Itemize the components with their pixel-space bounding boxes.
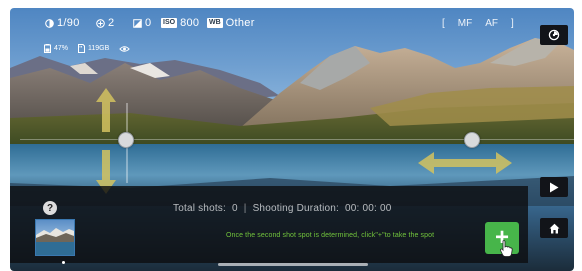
shot-statistics: Total shots: 0 | Shooting Duration: 00: …	[173, 203, 391, 214]
pan-left-right-arrow-icon[interactable]	[418, 152, 512, 174]
device-status: 47% 119GB	[44, 44, 131, 53]
eye-icon[interactable]	[119, 45, 131, 53]
exposure-value: 2	[108, 17, 115, 29]
mf-toggle[interactable]: MF	[458, 18, 472, 29]
tilt-up-arrow-icon[interactable]	[96, 88, 116, 132]
iso-setting[interactable]: ISO 800	[161, 17, 199, 29]
shot-thumbnail[interactable]	[35, 219, 75, 256]
battery-status: 47%	[44, 44, 68, 53]
storage-status: 119GB	[78, 44, 109, 53]
sd-card-icon	[78, 44, 86, 53]
home-icon	[549, 223, 559, 233]
focus-bracket-left: [	[442, 18, 445, 29]
total-shots-label: Total shots:	[173, 203, 226, 214]
focus-mode-group: [ MF AF ]	[442, 18, 514, 29]
total-shots-value: 0	[231, 203, 238, 214]
page-indicator-dot	[62, 261, 65, 264]
af-toggle[interactable]: AF	[485, 18, 498, 29]
battery-level: 47%	[54, 45, 69, 52]
play-button[interactable]	[540, 177, 568, 197]
duration-value: 00: 00: 00	[345, 203, 392, 214]
focus-bracket-right: ]	[511, 18, 514, 29]
battery-icon	[44, 44, 51, 53]
play-icon	[550, 182, 559, 192]
iso-badge: ISO	[161, 18, 178, 28]
shutter-setting[interactable]: 1/90	[45, 17, 80, 29]
shot-control-panel	[10, 186, 528, 263]
wb-badge: WB	[207, 18, 223, 28]
pan-slider-knob[interactable]	[464, 132, 480, 148]
exposure-setting[interactable]: 2	[96, 17, 114, 29]
hand-pointer-icon	[500, 240, 513, 257]
pan-slider-track[interactable]	[20, 139, 574, 140]
camera-switch-button[interactable]	[540, 25, 568, 45]
wb-value: Other	[225, 17, 255, 29]
instruction-hint: Once the second shot spot is determined,…	[226, 232, 435, 239]
exposure-icon	[96, 18, 105, 28]
thumbnail-landscape-image	[36, 228, 74, 255]
camera-switch-icon	[548, 29, 560, 41]
help-icon[interactable]: ?	[43, 201, 57, 215]
ev-value: 0	[145, 17, 152, 29]
ev-setting[interactable]: 0	[133, 17, 151, 29]
tilt-slider-knob[interactable]	[118, 132, 134, 148]
iso-value: 800	[180, 17, 200, 29]
duration-label: Shooting Duration:	[252, 203, 339, 214]
wb-setting[interactable]: WB Other	[207, 17, 255, 29]
stats-separator: |	[243, 203, 247, 214]
ev-icon	[133, 18, 142, 28]
home-indicator-bar[interactable]	[218, 263, 368, 266]
home-button[interactable]	[540, 218, 568, 238]
aperture-icon	[45, 18, 54, 28]
shutter-value: 1/90	[57, 17, 80, 29]
storage-free: 119GB	[88, 45, 110, 52]
